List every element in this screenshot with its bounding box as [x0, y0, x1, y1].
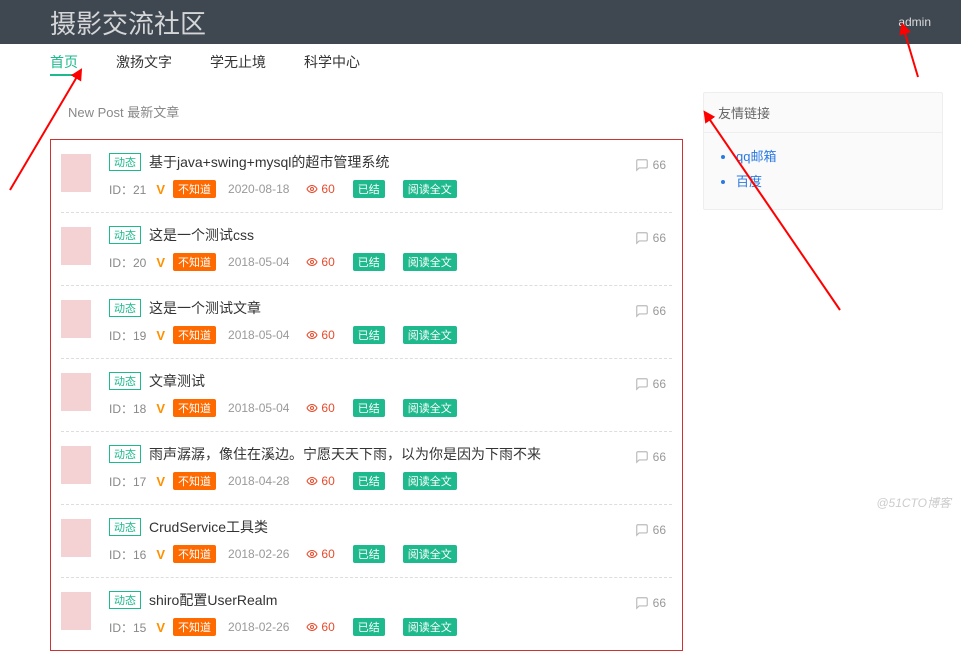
comment-count[interactable]: 66 [635, 590, 672, 610]
author-badge[interactable]: 不知道 [173, 326, 216, 344]
author-badge[interactable]: 不知道 [173, 399, 216, 417]
read-more-button[interactable]: 阅读全文 [403, 180, 457, 198]
topbar: 摄影交流社区 admin [0, 0, 961, 44]
author-badge[interactable]: 不知道 [173, 253, 216, 271]
view-count: 60 [305, 474, 334, 488]
post-row: 动态雨声潺潺，像住在溪边。宁愿天天下雨，以为你是因为下雨不来ID：17 V 不知道 2… [61, 432, 672, 505]
comment-count[interactable]: 66 [635, 152, 672, 172]
status-badge[interactable]: 已结 [353, 472, 385, 490]
section-title: New Post 最新文章 [50, 92, 683, 139]
post-title[interactable]: 这是一个测试文章 [149, 298, 261, 318]
post-id: ID：18 [109, 400, 146, 417]
comment-count[interactable]: 66 [635, 298, 672, 318]
post-list: 动态基于java+swing+mysql的超市管理系统ID：21V不知道2020… [50, 139, 683, 651]
status-badge[interactable]: 已结 [353, 545, 385, 563]
nav-item[interactable]: 学无止境 [210, 52, 266, 76]
author-badge[interactable]: 不知道 [173, 618, 216, 636]
post-thumb[interactable] [61, 227, 91, 265]
post-row: 动态这是一个测试文章ID：19 V 不知道 2018-05-04 60 已结阅读全文 66 [61, 286, 672, 359]
post-id: ID：17 [109, 473, 146, 490]
post-date: 2018-04-28 [228, 474, 289, 488]
category-tag[interactable]: 动态 [109, 226, 141, 244]
status-badge[interactable]: 已结 [353, 326, 385, 344]
comment-count[interactable]: 66 [635, 225, 672, 245]
view-count: 60 [305, 401, 334, 415]
view-count: 60 [305, 182, 334, 196]
read-more-button[interactable]: 阅读全文 [403, 326, 457, 344]
read-more-button[interactable]: 阅读全文 [403, 472, 457, 490]
nav-item[interactable]: 科学中心 [304, 52, 360, 76]
comment-count[interactable]: 66 [635, 444, 672, 464]
author-badge[interactable]: 不知道 [173, 180, 216, 198]
post-date: 2018-02-26 [228, 547, 289, 561]
view-count: 60 [305, 328, 334, 342]
vip-icon: V [156, 401, 165, 416]
post-title[interactable]: 基于java+swing+mysql的超市管理系统 [149, 152, 389, 172]
post-thumb[interactable] [61, 154, 91, 192]
read-more-button[interactable]: 阅读全文 [403, 618, 457, 636]
category-tag[interactable]: 动态 [109, 153, 141, 171]
vip-icon: V [156, 182, 165, 197]
status-badge[interactable]: 已结 [353, 399, 385, 417]
comment-count[interactable]: 66 [635, 517, 672, 537]
friend-link[interactable]: qq邮箱 [736, 149, 776, 164]
sidebar-panel: 友情链接 qq邮箱百度 [703, 92, 943, 210]
post-title[interactable]: shiro配置UserRealm [149, 590, 277, 610]
vip-icon: V [156, 328, 165, 343]
vip-icon: V [156, 474, 165, 489]
post-date: 2018-02-26 [228, 620, 289, 634]
post-thumb[interactable] [61, 519, 91, 557]
read-more-button[interactable]: 阅读全文 [403, 399, 457, 417]
post-title[interactable]: CrudService工具类 [149, 517, 268, 537]
site-title: 摄影交流社区 [50, 4, 898, 41]
watermark: @51CTO博客 [876, 494, 951, 511]
author-badge[interactable]: 不知道 [173, 472, 216, 490]
post-id: ID：20 [109, 254, 146, 271]
nav: 首页 激扬文字 学无止境 科学中心 [0, 44, 961, 92]
status-badge[interactable]: 已结 [353, 618, 385, 636]
post-id: ID：19 [109, 327, 146, 344]
post-row: 动态文章测试ID：18 V 不知道 2018-05-04 60 已结阅读全文 66 [61, 359, 672, 432]
category-tag[interactable]: 动态 [109, 518, 141, 536]
post-title[interactable]: 文章测试 [149, 371, 205, 391]
vip-icon: V [156, 547, 165, 562]
view-count: 60 [305, 547, 334, 561]
post-thumb[interactable] [61, 300, 91, 338]
post-date: 2018-05-04 [228, 401, 289, 415]
view-count: 60 [305, 620, 334, 634]
category-tag[interactable]: 动态 [109, 445, 141, 463]
post-thumb[interactable] [61, 592, 91, 630]
author-badge[interactable]: 不知道 [173, 545, 216, 563]
post-date: 2018-05-04 [228, 255, 289, 269]
post-thumb[interactable] [61, 373, 91, 411]
post-title[interactable]: 这是一个测试css [149, 225, 254, 245]
post-row: 动态 shiro配置UserRealmID：15 V 不知道 2018-02-26 60 已… [61, 578, 672, 650]
status-badge[interactable]: 已结 [353, 180, 385, 198]
vip-icon: V [156, 620, 165, 635]
user-link[interactable]: admin [898, 15, 931, 29]
category-tag[interactable]: 动态 [109, 591, 141, 609]
comment-count[interactable]: 66 [635, 371, 672, 391]
post-title[interactable]: 雨声潺潺，像住在溪边。宁愿天天下雨，以为你是因为下雨不来 [149, 444, 541, 464]
post-thumb[interactable] [61, 446, 91, 484]
post-id: ID：16 [109, 546, 146, 563]
nav-item[interactable]: 激扬文字 [116, 52, 172, 76]
sidebar-title: 友情链接 [704, 93, 942, 133]
nav-item[interactable]: 首页 [50, 52, 78, 76]
friend-link[interactable]: 百度 [736, 174, 762, 189]
post-id: ID：15 [109, 619, 146, 636]
post-id: ID：21 [109, 181, 146, 198]
view-count: 60 [305, 255, 334, 269]
status-badge[interactable]: 已结 [353, 253, 385, 271]
post-date: 2020-08-18 [228, 182, 289, 196]
post-date: 2018-05-04 [228, 328, 289, 342]
vip-icon: V [156, 255, 165, 270]
read-more-button[interactable]: 阅读全文 [403, 545, 457, 563]
post-row: 动态 CrudService工具类ID：16 V 不知道 2018-02-26 60 已结阅… [61, 505, 672, 578]
post-row: 动态这是一个测试cssID：20 V 不知道 2018-05-04 60 已结阅读全文 66 [61, 213, 672, 286]
category-tag[interactable]: 动态 [109, 372, 141, 390]
post-row: 动态基于java+swing+mysql的超市管理系统ID：21 V 不知道 2020… [61, 140, 672, 213]
read-more-button[interactable]: 阅读全文 [403, 253, 457, 271]
category-tag[interactable]: 动态 [109, 299, 141, 317]
